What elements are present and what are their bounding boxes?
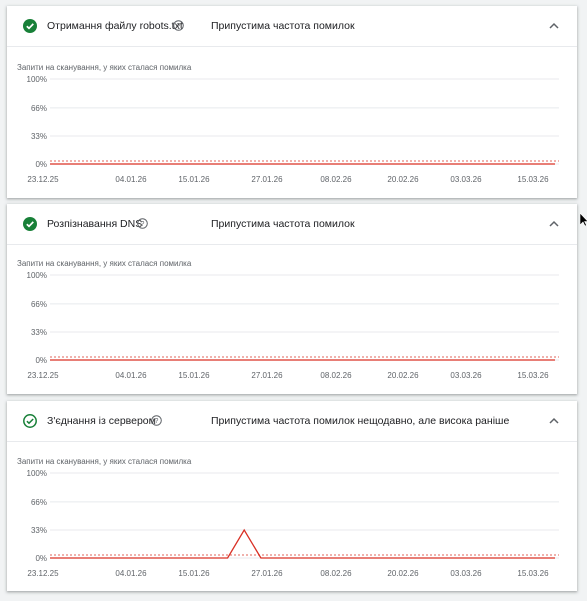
- status-text: Припустима частота помилок нещодавно, ал…: [211, 415, 510, 427]
- status-text: Припустима частота помилок: [211, 218, 355, 230]
- card-header[interactable]: Розпізнавання DNS ? Припустима частота п…: [7, 204, 577, 245]
- mouse-cursor-icon: [580, 213, 587, 227]
- check-circle-filled-icon: [23, 217, 37, 231]
- y-tick-label: 0%: [35, 554, 47, 563]
- y-tick-label: 66%: [31, 498, 47, 507]
- x-tick-label: 20.02.26: [387, 175, 419, 184]
- x-tick-label: 03.03.26: [450, 371, 482, 380]
- check-circle-outline-icon: [23, 414, 37, 428]
- help-icon[interactable]: ?: [137, 218, 148, 229]
- x-tick-label: 27.01.26: [251, 371, 283, 380]
- chevron-up-icon[interactable]: [547, 415, 561, 427]
- help-icon[interactable]: ?: [173, 20, 184, 31]
- error-rate-chart: 100% 66% 33% 0% 23.12.25 04.01.26 15.01.26 27.0…: [27, 469, 559, 578]
- y-tick-label: 100%: [27, 271, 47, 280]
- status-text: Припустима частота помилок: [211, 20, 355, 32]
- error-rate-chart: 100% 66% 33% 0% 23.12.25 04.01.26 15.01.26 27.0…: [27, 75, 559, 184]
- x-tick-label: 20.02.26: [387, 569, 419, 578]
- error-rate-chart: 100% 66% 33% 0% 23.12.25 04.01.26 15.01.26 27.0…: [27, 271, 559, 380]
- x-tick-label: 03.03.26: [450, 175, 482, 184]
- x-tick-label: 08.02.26: [320, 371, 352, 380]
- report-card-dns: Розпізнавання DNS ? Припустима частота п…: [7, 204, 577, 394]
- card-title: З'єднання із сервером: [47, 415, 156, 427]
- x-tick-label: 08.02.26: [320, 569, 352, 578]
- y-tick-label: 33%: [31, 526, 47, 535]
- series-line: [50, 528, 555, 559]
- x-tick-label: 04.01.26: [115, 175, 147, 184]
- x-tick-label: 15.01.26: [178, 569, 210, 578]
- card-title: Отримання файлу robots.txt: [47, 20, 183, 32]
- y-tick-label: 100%: [27, 75, 47, 84]
- x-tick-label: 15.03.26: [517, 569, 549, 578]
- x-tick-label: 23.12.25: [27, 569, 59, 578]
- svg-text:?: ?: [177, 23, 181, 30]
- x-tick-label: 04.01.26: [115, 371, 147, 380]
- y-tick-label: 100%: [27, 469, 47, 478]
- help-icon[interactable]: ?: [151, 415, 162, 426]
- y-tick-label: 33%: [31, 132, 47, 141]
- x-tick-label: 04.01.26: [115, 569, 147, 578]
- x-tick-label: 27.01.26: [251, 569, 283, 578]
- check-circle-filled-icon: [23, 19, 37, 33]
- y-tick-label: 66%: [31, 300, 47, 309]
- svg-text:?: ?: [141, 221, 145, 228]
- x-tick-label: 15.01.26: [178, 371, 210, 380]
- card-header[interactable]: З'єднання із сервером ? Припустима часто…: [7, 401, 577, 442]
- card-title: Розпізнавання DNS: [47, 218, 143, 230]
- report-card-robots: Отримання файлу robots.txt ? Припустима …: [7, 6, 577, 198]
- chevron-up-icon[interactable]: [547, 218, 561, 230]
- x-tick-label: 15.01.26: [178, 175, 210, 184]
- y-tick-label: 66%: [31, 104, 47, 113]
- chevron-up-icon[interactable]: [547, 20, 561, 32]
- report-card-server: З'єднання із сервером ? Припустима часто…: [7, 401, 577, 591]
- x-tick-label: 15.03.26: [517, 371, 549, 380]
- y-tick-label: 0%: [35, 160, 47, 169]
- x-tick-label: 03.03.26: [450, 569, 482, 578]
- y-tick-label: 0%: [35, 356, 47, 365]
- x-tick-label: 15.03.26: [517, 175, 549, 184]
- x-tick-label: 20.02.26: [387, 371, 419, 380]
- y-tick-label: 33%: [31, 328, 47, 337]
- svg-text:?: ?: [155, 418, 159, 425]
- x-tick-label: 23.12.25: [27, 175, 59, 184]
- x-tick-label: 27.01.26: [251, 175, 283, 184]
- x-tick-label: 23.12.25: [27, 371, 59, 380]
- x-tick-label: 08.02.26: [320, 175, 352, 184]
- card-header[interactable]: Отримання файлу robots.txt ? Припустима …: [7, 6, 577, 47]
